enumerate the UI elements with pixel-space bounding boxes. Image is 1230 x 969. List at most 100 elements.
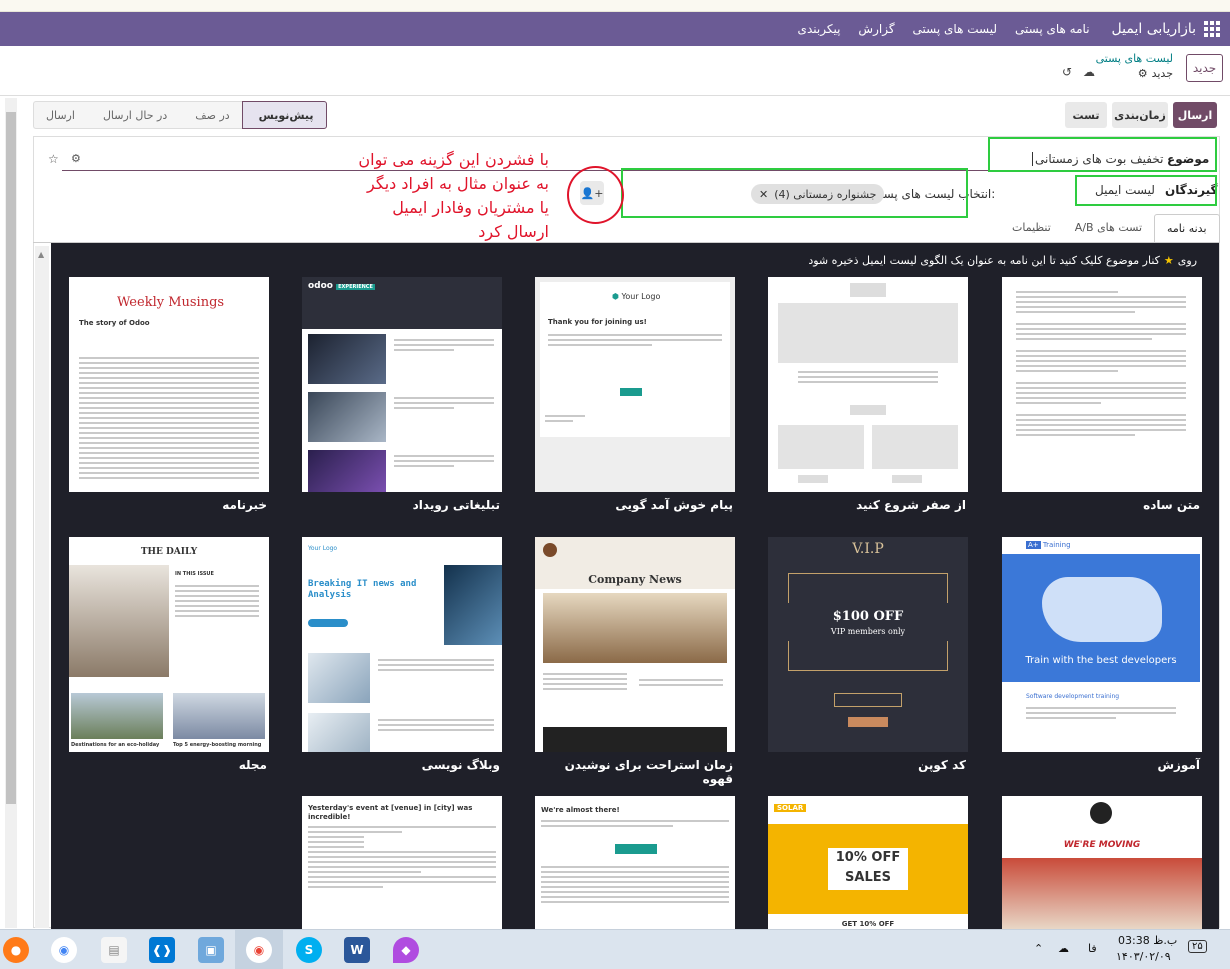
template-start-from-scratch[interactable] [768,277,968,492]
sale-percent: 10% OFF [835,850,901,865]
chevron-up-icon[interactable]: ⌃ [1034,942,1043,955]
chrome-icon[interactable]: ◉ [51,937,77,963]
add-contact-icon[interactable]: 👤+ [580,181,604,205]
highlight-recipients [1075,175,1217,206]
annotation-text: با فشردن این گزینه می توان به عنوان مثال… [358,150,549,241]
schedule-button[interactable]: زمان‌بندی [1112,102,1168,128]
template-magazine[interactable]: THE DAILY IN THIS ISSUE Destinations for… [69,537,269,752]
stage-draft[interactable]: پیش‌نویس [241,101,327,129]
training-logo: Training [1042,541,1071,549]
template-almost-there[interactable]: We're almost there! [535,796,735,929]
template-name: متن ساده [1143,498,1200,512]
blog-logo: Your Logo [308,545,338,552]
tab-ab-testing[interactable]: تست های A/B [1063,214,1154,243]
template-course[interactable]: A+ Training Train with the best develope… [1002,537,1202,752]
template-moving[interactable]: WE'RE MOVING [1002,796,1202,929]
breadcrumb-current: جدید [1151,67,1173,80]
stage-queued[interactable]: در صف [179,101,242,129]
almost-title: We're almost there! [541,806,620,814]
app-brand[interactable]: بازاریابی ایمیل [1112,21,1196,37]
stage-sent[interactable]: ارسال [33,101,87,129]
magazine-article-2: Top 5 energy-boosting morning [173,742,262,748]
gear-icon[interactable]: ⚙ [1138,67,1148,80]
firefox-icon[interactable]: ● [3,937,29,963]
sale-label: SALES [845,870,891,885]
newsletter-title: Weekly Musings [117,295,225,310]
star-icon: ★ [1163,253,1174,267]
template-event-promo[interactable]: odoo EXPERIENCE [302,277,502,492]
editor-tip: روی ★ کنار موضوع کلیک کنید تا این نامه ب… [51,250,1199,270]
notification-icon[interactable]: ۲۵ [1188,940,1207,953]
coffee-title: Company News [588,573,682,586]
clock-time[interactable]: 03:38 ب.ظ [1118,934,1177,947]
coupon-amount: $100 OFF [832,609,904,624]
solar-logo: SOLAR [774,804,807,812]
stage-sending[interactable]: در حال ارسال [86,101,180,129]
tip-text: کنار موضوع کلیک کنید تا این نامه به عنوا… [808,253,1160,267]
new-button[interactable]: جدید [1186,54,1223,82]
template-name: تبلیغاتی رویداد [412,498,500,512]
network-icon[interactable]: ☁ [1058,942,1069,955]
settings-icon[interactable]: ⚙ [71,152,81,165]
test-button[interactable]: تست [1065,102,1107,128]
magazine-title: THE DAILY [140,547,198,557]
template-name: کد کوپن [918,758,966,772]
welcome-title: Thank you for joining us! [548,318,647,326]
chrome-profile-icon[interactable]: ◉ [246,937,272,963]
word-icon[interactable]: W [344,937,370,963]
browser-top-strip [0,0,1230,12]
menu-configuration[interactable]: پیکربندی [798,22,841,36]
magazine-article-1: Destinations for an eco-holiday [71,742,160,748]
clock-date[interactable]: ۱۴۰۳/۰۲/۰۹ [1116,950,1171,963]
template-event-recap[interactable]: Yesterday's event at [venue] in [city] w… [302,796,502,929]
training-sub: Software development training [1026,693,1120,700]
page-scrollbar[interactable] [5,98,17,928]
remote-desktop-icon[interactable]: ▣ [198,937,224,963]
control-panel: جدید لیست های پستی جدید ⚙ ↺ ☁ [0,46,1230,96]
recap-title: Yesterday's event at [venue] in [city] w… [308,804,473,821]
sale-cta: GET 10% OFF [841,920,895,928]
main-navbar: بازاریابی ایمیل نامه های پستی لیست های پ… [0,12,1230,46]
windows-taskbar: ● ◉ ▤ ❰❱ ▣ ◉ S W ◆ ⌃ ☁ فا 03:38 ب.ظ ۱۴۰۳… [0,929,1230,969]
notebook-tabs: بدنه نامه تست های A/B تنظیمات [1000,214,1220,243]
breadcrumb-parent[interactable]: لیست های پستی [1096,52,1173,65]
magazine-issue: IN THIS ISSUE [175,571,214,577]
template-blogging[interactable]: Your Logo Breaking IT news and Analysis [302,537,502,752]
breadcrumb-current-wrap: جدید ⚙ [1138,67,1173,80]
template-newsletter[interactable]: Weekly Musings The story of Odoo [69,277,269,492]
template-name: از صفر شروع کنید [856,498,966,512]
apps-menu-icon[interactable] [1204,21,1220,37]
coupon-vip: V.I.P [852,541,884,557]
tip-prefix: روی [1177,253,1197,267]
editor-scrollbar[interactable]: ▲ [35,246,49,928]
discard-icon[interactable]: ↺ [1062,65,1072,79]
tab-mail-body[interactable]: بدنه نامه [1154,214,1220,243]
template-name: مجله [238,758,267,772]
notepad-icon[interactable]: ▤ [101,937,127,963]
language-indicator[interactable]: فا [1088,942,1097,955]
menu-mailings[interactable]: نامه های پستی [1015,22,1090,36]
skype-icon[interactable]: S [296,937,322,963]
template-name: وبلاگ نویسی [421,758,500,772]
template-welcome-message[interactable]: ⬢ Your Logo Thank you for joining us! [535,277,735,492]
menu-mailing-lists[interactable]: لیست های پستی [913,22,997,36]
send-button[interactable]: ارسال [1173,102,1217,128]
template-name: خبرنامه [222,498,267,512]
template-name: زمان استراحت برای نوشیدن قهوه [564,758,733,786]
save-cloud-icon[interactable]: ☁ [1083,65,1095,79]
welcome-logo: Your Logo [621,292,661,301]
vscode-icon[interactable]: ❰❱ [149,937,175,963]
template-name: پیام خوش آمد گویی [615,498,733,512]
template-plain-text[interactable] [1002,277,1202,492]
paint-icon[interactable]: ◆ [393,937,419,963]
template-coupon-code[interactable]: V.I.P $100 OFF VIP members only [768,537,968,752]
star-icon[interactable]: ☆ [48,152,59,166]
tab-settings[interactable]: تنظیمات [1000,214,1063,243]
template-name: آموزش [1157,758,1200,772]
template-sale[interactable]: SOLAR 10% OFF SALES GET 10% OFF [768,796,968,929]
template-coffee-break[interactable]: Company News [535,537,735,752]
highlight-subject [988,137,1217,172]
moving-title: WE'RE MOVING [1063,840,1141,850]
odoo-logo: odoo [308,281,333,291]
menu-reporting[interactable]: گزارش [858,22,894,36]
